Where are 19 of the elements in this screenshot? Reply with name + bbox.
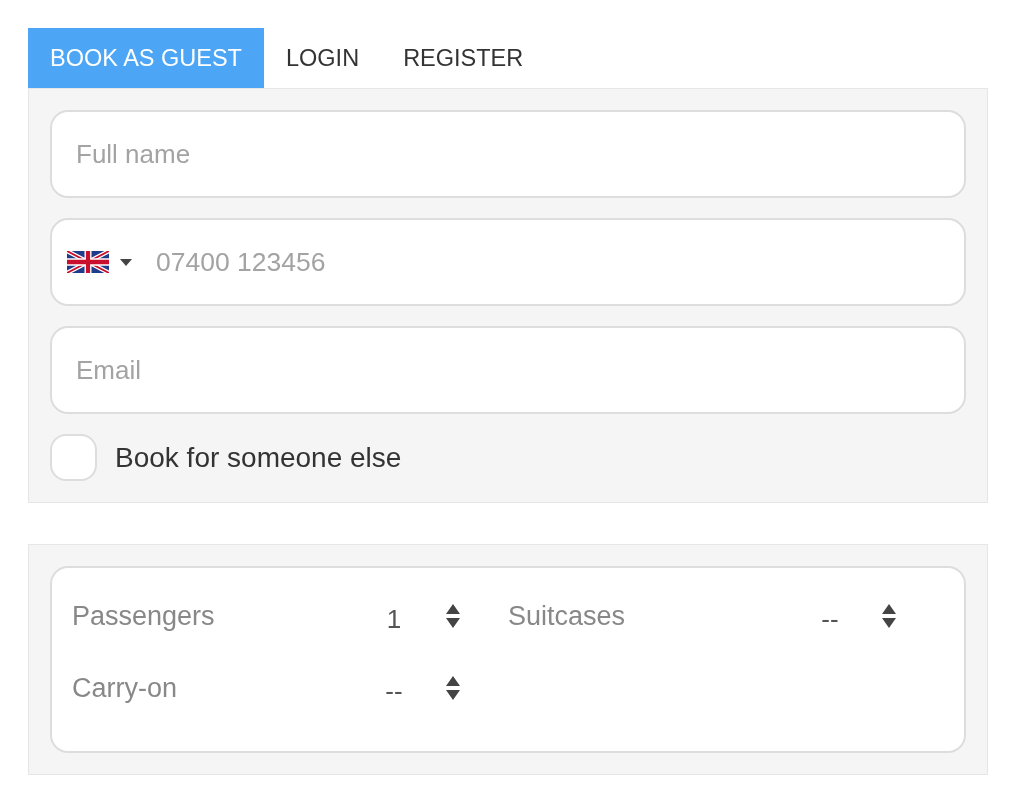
counter-label: Passengers [72,600,216,632]
caret-icon [120,258,132,266]
flag-icon [67,251,109,273]
spinner-icon [882,604,896,628]
counter-label: Suitcases [508,600,627,632]
text-input-field[interactable]: Full name [50,110,966,198]
count-select[interactable]: -- [384,669,460,707]
spinner-icon [446,676,460,700]
count-select[interactable]: -- [820,597,896,635]
spinner-icon [446,604,460,628]
checkbox[interactable] [50,434,97,481]
phone-field[interactable]: 07400 123456 [50,218,966,306]
phone-number-input[interactable]: 07400 123456 [156,242,376,282]
tab[interactable]: REGISTER [381,28,546,88]
tab[interactable]: LOGIN [264,28,382,88]
checkbox-label: Book for someone else [115,441,402,474]
text-input-field[interactable]: Email [50,326,966,414]
counter-label: Carry-on [72,672,179,704]
count-select[interactable]: 1 [384,597,460,635]
